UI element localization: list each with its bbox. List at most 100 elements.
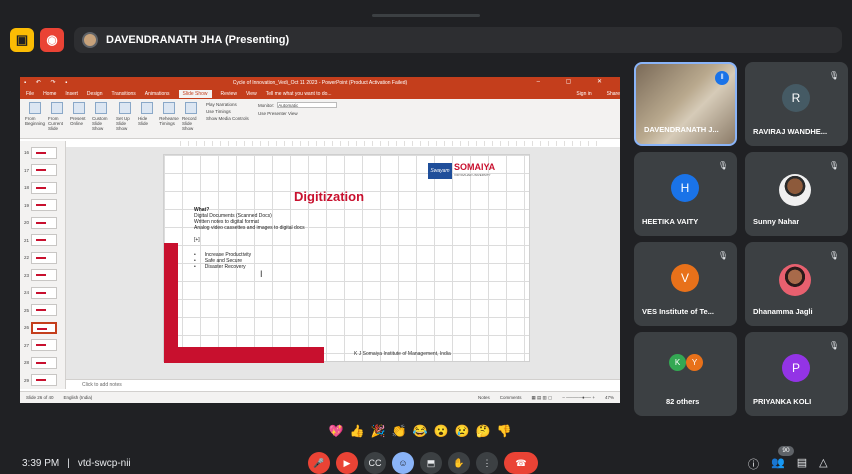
record-button[interactable]: Record Slide Show: [182, 102, 200, 131]
participant-tile[interactable]: 🎙 V VES Institute of Te...: [634, 242, 737, 326]
slide-thumbnail[interactable]: 29: [24, 373, 64, 388]
tab-design[interactable]: Design: [87, 91, 103, 97]
tab-review[interactable]: Review: [221, 91, 237, 97]
camera-toggle-icon[interactable]: ▶: [336, 452, 358, 474]
party-reaction-icon[interactable]: 🎉: [370, 423, 386, 439]
slide-number: 16: [24, 150, 30, 155]
slide-thumbnail[interactable]: 22: [24, 250, 64, 265]
slide-thumbnail[interactable]: 25: [24, 303, 64, 318]
logo-mark: Swayam: [428, 163, 452, 179]
slide-thumbnail[interactable]: 16: [24, 145, 64, 160]
slide-thumbnail[interactable]: 23: [24, 268, 64, 283]
thinking-reaction-icon[interactable]: 🤔: [475, 423, 491, 439]
presenter-name: DAVENDRANATH JHA (Presenting): [106, 34, 290, 46]
heart-reaction-icon[interactable]: 💖: [328, 423, 344, 439]
slide-thumbnail[interactable]: 24: [24, 285, 64, 300]
participant-tile[interactable]: 🎙 Dhanamma Jagli: [745, 242, 848, 326]
use-timings-check[interactable]: Use Timings: [206, 109, 252, 114]
slide-thumbnail[interactable]: 17: [24, 163, 64, 178]
tab-view[interactable]: View: [246, 91, 257, 97]
clock-time: 3:39 PM: [22, 458, 60, 469]
participant-tile[interactable]: 🎙 R RAVIRAJ WANDHE...: [745, 62, 848, 146]
participant-tile[interactable]: 🎙 P PRIYANKA KOLI: [745, 332, 848, 416]
from-beginning-button[interactable]: From Beginning: [25, 102, 45, 126]
surprised-reaction-icon[interactable]: 😮: [433, 423, 449, 439]
activities-icon[interactable]: △: [819, 456, 827, 472]
slide-thumbnails[interactable]: 16 17 18 19 20 21 22 23 24 25 26 27 28 29: [20, 141, 66, 389]
tell-me-box[interactable]: Tell me what you want to do...: [266, 91, 332, 97]
rehearse-button[interactable]: Rehearse Timings: [159, 102, 179, 126]
notes-pane[interactable]: Click to add notes: [66, 379, 620, 389]
info-icon[interactable]: ⓘ: [748, 456, 759, 472]
zoom-level[interactable]: 47%: [605, 395, 614, 400]
participant-name: VES Institute of Te...: [642, 307, 714, 316]
tab-file[interactable]: File: [26, 91, 34, 97]
slide-thumbnail[interactable]: 19: [24, 198, 64, 213]
raise-hand-icon[interactable]: ✋: [448, 452, 470, 474]
laugh-reaction-icon[interactable]: 😂: [412, 423, 428, 439]
speaking-indicator-icon: ⦀: [715, 71, 729, 85]
more-options-icon[interactable]: ⋮: [476, 452, 498, 474]
stop-presenting-icon[interactable]: ◉: [40, 28, 64, 52]
notes-toggle[interactable]: Notes: [478, 395, 490, 400]
present-screen-icon[interactable]: ⬒: [420, 452, 442, 474]
custom-show-button[interactable]: Custom Slide Show: [92, 102, 110, 131]
text-cursor-icon: I: [260, 269, 263, 279]
slide-counter: Slide 26 of 40: [26, 395, 54, 400]
sign-in-link[interactable]: Sign in: [576, 91, 591, 97]
slide-thumbnail[interactable]: 18: [24, 180, 64, 195]
zoom-slider[interactable]: – ─────●── +: [562, 395, 595, 400]
tab-insert[interactable]: Insert: [65, 91, 78, 97]
presenter-view-check[interactable]: Use Presenter View: [258, 111, 368, 116]
tab-slide-show[interactable]: Slide Show: [178, 90, 212, 98]
play-narrations-check[interactable]: Play Narrations: [206, 102, 252, 107]
present-icon[interactable]: ▣: [10, 28, 34, 52]
captions-icon[interactable]: CC: [364, 452, 386, 474]
slide-number: 20: [24, 220, 30, 225]
mic-toggle-icon[interactable]: 🎤: [308, 452, 330, 474]
share-button[interactable]: Share: [607, 91, 620, 97]
quick-access-icons[interactable]: ▪ ↶ ↷ ▪: [24, 79, 71, 86]
slide-number: 21: [24, 237, 30, 243]
slide-red-bar: [164, 243, 178, 363]
monitor-select[interactable]: Automatic: [277, 102, 338, 108]
comments-toggle[interactable]: Comments: [500, 395, 522, 400]
slide-thumbnail[interactable]: 21: [24, 233, 64, 248]
avatar: H: [671, 174, 699, 202]
participant-tile-video[interactable]: ⦀ DAVENDRANATH J...: [634, 62, 737, 146]
participant-name: Dhanamma Jagli: [753, 307, 813, 316]
media-controls-check[interactable]: Show Media Controls: [206, 116, 252, 121]
setup-show-button[interactable]: Set Up Slide Show: [116, 102, 134, 131]
participant-name: DAVENDRANATH J...: [644, 125, 719, 134]
slide-thumbnail[interactable]: 20: [24, 215, 64, 230]
participant-tile[interactable]: 🎙 H HEETIKA VAITY: [634, 152, 737, 236]
present-online-button[interactable]: Present Online: [70, 102, 88, 126]
current-slide[interactable]: Swayam SOMAIYA VIDYAVIHAR UNIVERSITY Dig…: [163, 154, 530, 363]
thumbs-down-reaction-icon[interactable]: 👎: [496, 423, 512, 439]
tab-animations[interactable]: Animations: [145, 91, 170, 97]
tab-home[interactable]: Home: [43, 91, 56, 97]
view-buttons[interactable]: ▦ ▤ ▥ ▢: [532, 395, 553, 401]
others-tile[interactable]: K Y 82 others: [634, 332, 737, 416]
thumbs-up-reaction-icon[interactable]: 👍: [349, 423, 365, 439]
slide-thumbnail[interactable]: 27: [24, 338, 64, 353]
from-current-button[interactable]: From Current Slide: [48, 102, 66, 131]
sad-reaction-icon[interactable]: 😢: [454, 423, 470, 439]
timer-icon: [163, 102, 175, 114]
bullet-item: • Disaster Recovery: [194, 264, 246, 270]
people-icon[interactable]: 👥: [771, 456, 785, 472]
end-call-icon[interactable]: ☎: [504, 452, 538, 474]
tab-transitions[interactable]: Transitions: [112, 91, 136, 97]
custom-show-icon: [95, 102, 107, 114]
slide-red-footer-block: [164, 347, 324, 363]
language-indicator[interactable]: English (India): [64, 395, 93, 400]
mic-off-icon: 🎙: [717, 251, 729, 260]
hide-slide-button[interactable]: Hide Slide: [138, 102, 156, 126]
reactions-icon[interactable]: ☺: [392, 452, 414, 474]
clap-reaction-icon[interactable]: 👏: [391, 423, 407, 439]
window-controls[interactable]: – ▢ ✕: [537, 78, 614, 85]
slide-thumbnail[interactable]: 28: [24, 355, 64, 370]
slide-thumbnail[interactable]: 26: [24, 320, 64, 335]
participant-tile[interactable]: 🎙 Sunny Nahar: [745, 152, 848, 236]
chat-icon[interactable]: ▤: [797, 456, 807, 472]
